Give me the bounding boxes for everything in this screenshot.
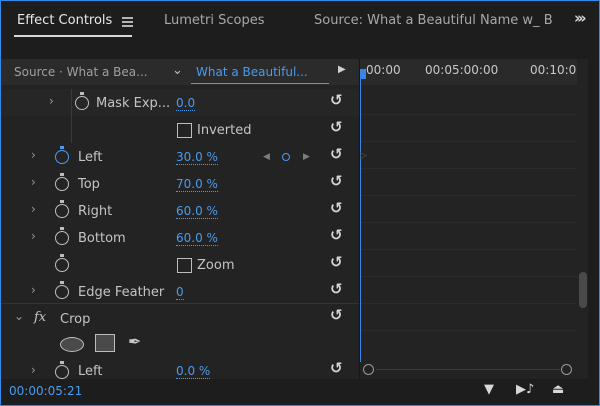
sequence-clip-underline (191, 83, 329, 84)
add-keyframe-icon[interactable] (282, 153, 290, 161)
ruler-tick: 00:00 (366, 63, 401, 77)
edge-feather-label: Edge Feather (78, 285, 165, 300)
right-label: Right (78, 204, 113, 219)
source-clip-label[interactable]: Source · What a Bea... (14, 65, 148, 79)
zoom-checkbox[interactable] (177, 258, 192, 273)
reset-icon[interactable]: ↺ (330, 199, 343, 217)
stopwatch-icon[interactable] (55, 227, 69, 245)
chevron-down-icon[interactable]: ⌄ (172, 63, 183, 78)
left-value[interactable]: 30.0 % (176, 150, 218, 165)
footer-bar (1, 379, 599, 404)
timeline-zoom-handle-left[interactable] (363, 364, 374, 375)
timeline-row-line (361, 114, 577, 115)
reset-icon[interactable]: ↺ (330, 118, 343, 136)
next-keyframe-icon[interactable]: ▶ (303, 152, 310, 162)
previous-keyframe-icon[interactable]: ◀ (263, 152, 270, 162)
tab-lumetri-scopes[interactable]: Lumetri Scopes (164, 13, 264, 28)
reset-icon[interactable]: ↺ (330, 91, 343, 109)
chevron-right-icon[interactable]: › (31, 363, 36, 377)
stopwatch-icon[interactable] (55, 254, 69, 272)
sequence-clip-label[interactable]: What a Beautiful... (196, 65, 308, 79)
ruler-tick: 00:05:00:00 (425, 63, 499, 77)
timeline-row-line (361, 222, 577, 223)
zoom-label: Zoom (197, 258, 235, 273)
play-audio-icon[interactable]: ▶♪ (516, 382, 534, 397)
top-value[interactable]: 70.0 % (176, 177, 218, 192)
crop-left-label: Left (78, 364, 103, 379)
effect-separator (1, 303, 359, 304)
chevron-right-icon[interactable]: › (49, 94, 54, 108)
ellipse-mask-icon[interactable] (60, 337, 84, 352)
stopwatch-icon[interactable] (55, 281, 69, 299)
panel-menu-icon[interactable] (122, 17, 133, 29)
panel-divider[interactable] (359, 59, 360, 379)
stopwatch-icon[interactable] (55, 361, 69, 379)
keyframe-marker-icon[interactable]: ▷ (360, 151, 367, 161)
timeline-row-line (361, 276, 577, 277)
mask-expansion-label: Mask Exp... (96, 96, 171, 111)
reset-icon[interactable]: ↺ (330, 226, 343, 244)
playhead-line[interactable] (360, 79, 361, 362)
show-timeline-icon[interactable]: ▶ (338, 64, 346, 75)
stopwatch-active-icon[interactable] (55, 146, 69, 164)
vertical-scroll-track[interactable] (588, 59, 599, 379)
crop-effect-label: Crop (60, 312, 91, 327)
reset-icon[interactable]: ↺ (330, 280, 343, 298)
right-value[interactable]: 60.0 % (176, 204, 218, 219)
fx-toggle-icon[interactable]: fx (34, 310, 46, 325)
mask-expansion-value[interactable]: 0.0 (176, 96, 196, 111)
bottom-value[interactable]: 60.0 % (176, 231, 218, 246)
filter-icon[interactable]: ▼ (484, 382, 494, 397)
tab-source[interactable]: Source: What a Beautiful Name w_ B (314, 13, 553, 28)
reset-icon[interactable]: ↺ (330, 253, 343, 271)
stopwatch-icon[interactable] (75, 92, 89, 110)
timeline-row-line (361, 330, 577, 331)
ruler-tick: 00:10:0 (530, 63, 577, 77)
inverted-checkbox[interactable] (177, 123, 192, 138)
left-label: Left (78, 150, 103, 165)
stopwatch-icon[interactable] (55, 173, 69, 191)
mask-group-guide (71, 89, 72, 143)
tab-effect-controls[interactable]: Effect Controls (17, 13, 112, 28)
crop-left-row: › Left 0.0 % ↺ (1, 360, 359, 379)
edge-feather-value[interactable]: 0 (176, 285, 184, 300)
vertical-scrollbar-thumb[interactable] (579, 272, 587, 308)
chevron-right-icon[interactable]: › (31, 229, 36, 243)
reset-icon[interactable]: ↺ (330, 172, 343, 190)
timeline-row-line (361, 168, 577, 169)
crop-left-value[interactable]: 0.0 % (176, 364, 211, 379)
chevron-down-icon[interactable]: ⌄ (14, 309, 24, 323)
active-tab-underline (14, 35, 132, 37)
timeline-row-line (361, 195, 577, 196)
current-timecode[interactable]: 00:00:05:21 (9, 384, 82, 398)
bottom-label: Bottom (78, 231, 126, 246)
chevron-right-icon[interactable]: › (31, 175, 36, 189)
more-panels-icon[interactable]: ››› (574, 9, 586, 27)
chevron-right-icon[interactable]: › (31, 148, 36, 162)
timeline-area[interactable] (360, 59, 577, 360)
export-icon[interactable]: ⏏ (552, 382, 564, 397)
reset-icon[interactable]: ↺ (330, 360, 343, 377)
timeline-zoom-track[interactable] (376, 369, 560, 370)
playhead-handle[interactable] (359, 69, 366, 79)
reset-icon[interactable]: ↺ (330, 306, 343, 324)
top-label: Top (78, 177, 100, 192)
chevron-right-icon[interactable]: › (31, 202, 36, 216)
inverted-label: Inverted (197, 123, 252, 138)
timeline-row-line (361, 303, 577, 304)
rectangle-mask-icon[interactable] (95, 334, 115, 352)
timeline-zoom-handle-right[interactable] (561, 364, 572, 375)
reset-icon[interactable]: ↺ (330, 145, 343, 163)
timeline-row-line (361, 249, 577, 250)
pen-mask-icon[interactable]: ✒ (128, 332, 141, 351)
timeline-row-line (361, 141, 577, 142)
chevron-right-icon[interactable]: › (31, 283, 36, 297)
stopwatch-icon[interactable] (55, 200, 69, 218)
